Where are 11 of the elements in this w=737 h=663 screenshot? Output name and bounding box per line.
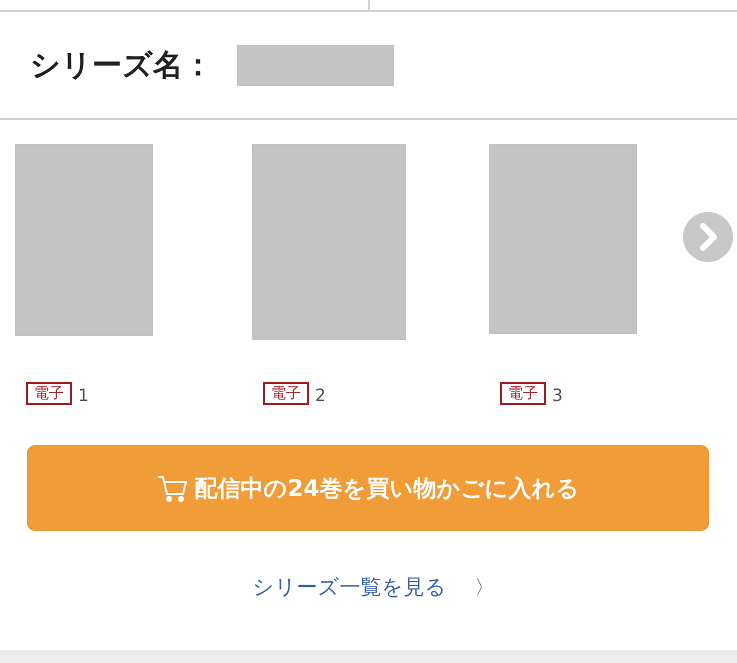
ebook-tag: 電子	[500, 382, 546, 405]
cover-placeholder[interactable]	[15, 144, 153, 336]
series-list-link[interactable]: シリーズ一覧を見る 〉	[252, 573, 494, 601]
volume-number: 1	[78, 387, 89, 405]
ebook-tag: 電子	[263, 382, 309, 405]
volume-number: 3	[552, 387, 563, 405]
cover-placeholder[interactable]	[252, 144, 406, 340]
volume-number: 2	[315, 387, 326, 405]
series-label: シリーズ名：	[30, 46, 213, 84]
ebook-tag: 電子	[26, 382, 72, 405]
cover-placeholder[interactable]	[489, 144, 637, 334]
